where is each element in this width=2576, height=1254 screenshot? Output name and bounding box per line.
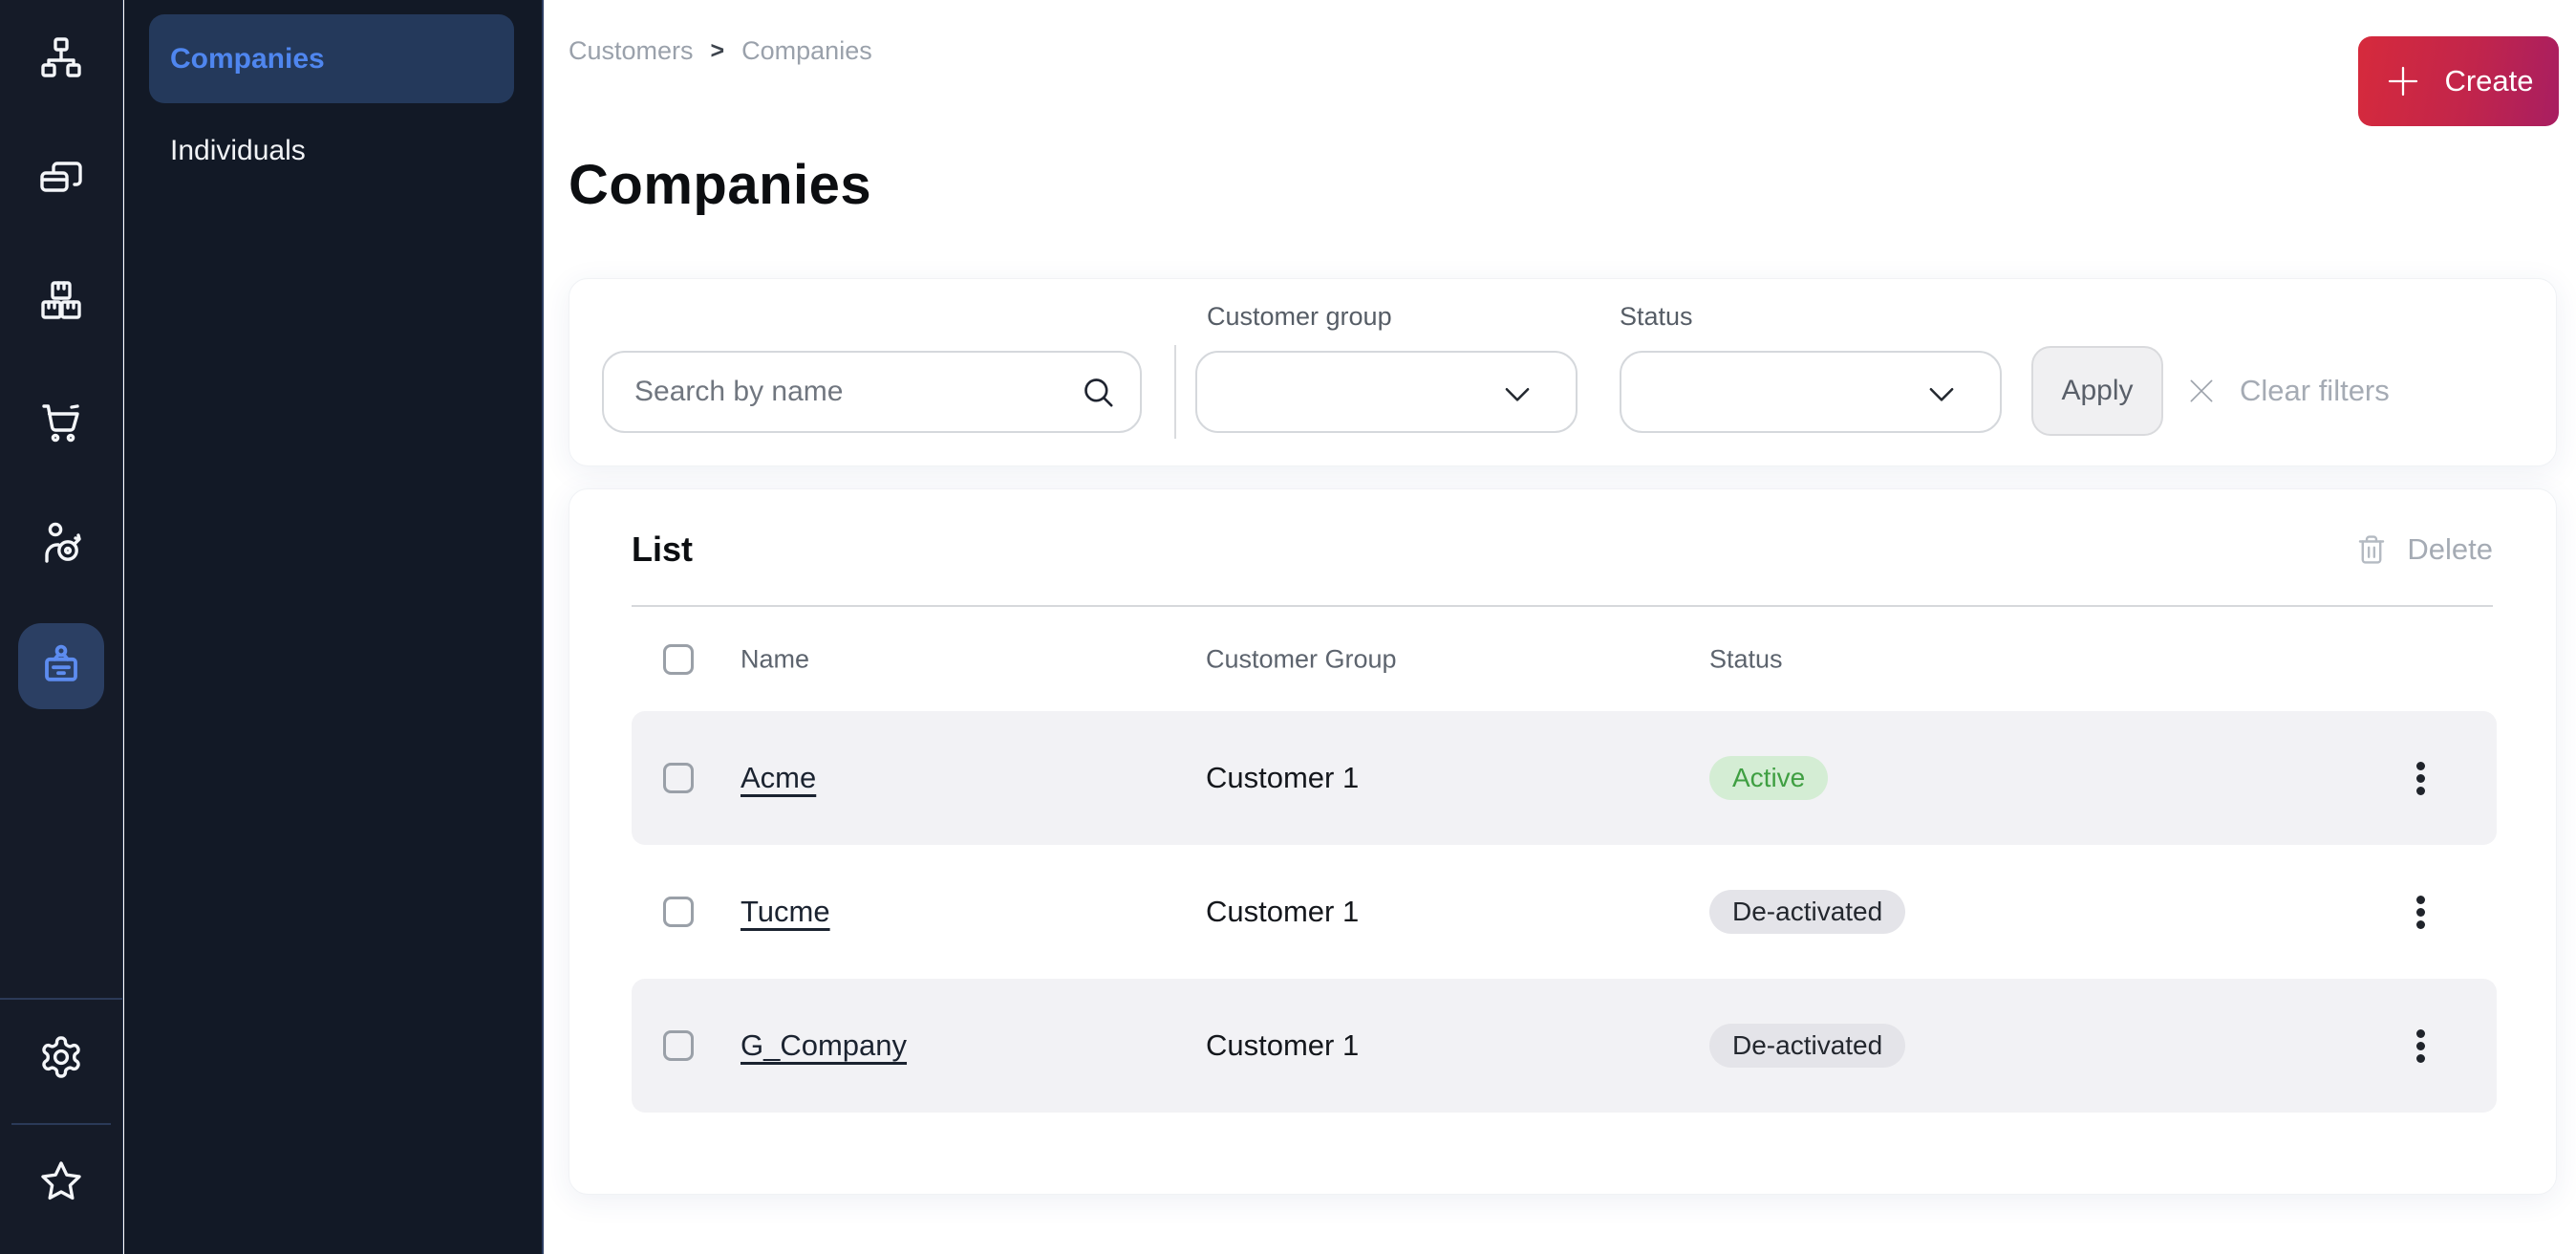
company-name-link[interactable]: Acme [741,761,816,794]
star-icon [38,1158,84,1209]
products-nav-button[interactable] [18,259,104,345]
breadcrumb-customers[interactable]: Customers [569,36,694,66]
row-checkbox[interactable] [663,897,694,927]
column-header-status: Status [1709,644,1783,674]
filter-card: Customer group Status Apply Clear filter… [569,278,2557,466]
column-header-customer-group: Customer Group [1206,644,1397,674]
customer-group-label: Customer group [1207,302,1392,332]
row-actions-menu-button[interactable] [2397,1017,2443,1074]
delete-button[interactable]: Delete [2355,532,2493,567]
marketing-nav-button[interactable] [18,502,104,588]
create-button[interactable]: Create [2358,36,2559,126]
breadcrumb: Customers > Companies [569,36,872,66]
gear-icon [38,1034,84,1085]
status-badge: Active [1709,756,1828,800]
id-badge-icon [38,641,84,692]
page-title: Companies [569,153,871,217]
search-field-wrap [602,351,1142,433]
rail-divider [0,998,122,1000]
search-input[interactable] [602,351,1142,433]
apply-button[interactable]: Apply [2031,346,2163,436]
status-badge: De-activated [1709,890,1905,934]
delete-button-label: Delete [2407,532,2493,567]
chevron-down-icon [1499,376,1535,412]
customer-group-cell: Customer 1 [1206,1028,1359,1063]
payments-nav-button[interactable] [18,138,104,224]
search-icon [1079,373,1117,411]
table-row: Tucme Customer 1 De-activated [632,845,2497,979]
company-name-link[interactable]: Tucme [741,895,830,928]
plus-icon [2383,61,2423,101]
main-content: Customers > Companies Create Companies C… [546,0,2576,1254]
table-row: Acme Customer 1 Active [632,711,2497,845]
sidebar-item-companies-label: Companies [170,43,325,76]
favorites-nav-button[interactable] [18,1140,104,1226]
row-actions-menu-button[interactable] [2397,749,2443,807]
rail-top-group [18,0,104,709]
table-header-row: Name Customer Group Status [632,607,2497,711]
sitemap-icon [38,34,84,85]
table-row: G_Company Customer 1 De-activated [632,979,2497,1113]
column-header-name: Name [741,644,809,674]
icon-rail [0,0,123,1254]
breadcrumb-companies[interactable]: Companies [741,36,872,66]
chevron-down-icon [1923,376,1960,412]
customer-group-select[interactable] [1195,351,1578,433]
user-target-icon [38,520,84,571]
shopping-cart-icon [38,399,84,449]
sidebar-item-companies[interactable]: Companies [149,14,514,103]
customer-group-cell: Customer 1 [1206,761,1359,795]
trash-icon [2355,533,2388,566]
settings-nav-button[interactable] [18,1016,104,1102]
clear-filters-button[interactable]: Clear filters [2186,346,2390,436]
orders-nav-button[interactable] [18,380,104,466]
breadcrumb-separator: > [711,37,725,65]
filter-separator [1174,345,1176,439]
list-header: List Delete [632,518,2493,581]
status-filter-label: Status [1620,302,1693,332]
row-checkbox[interactable] [663,1030,694,1061]
list-card: List Delete Name Customer Group Status A… [569,488,2557,1195]
status-select[interactable] [1620,351,2002,433]
sidebar-item-individuals[interactable]: Individuals [170,124,306,178]
row-checkbox[interactable] [663,763,694,793]
list-title: List [632,530,693,570]
row-actions-menu-button[interactable] [2397,883,2443,940]
org-structure-nav-button[interactable] [18,16,104,102]
select-all-checkbox[interactable] [663,644,694,675]
status-badge: De-activated [1709,1024,1905,1068]
customer-group-cell: Customer 1 [1206,895,1359,929]
boxes-icon [38,277,84,328]
close-icon [2186,376,2217,406]
customers-nav-button[interactable] [18,623,104,709]
company-name-link[interactable]: G_Company [741,1028,907,1062]
credit-cards-icon [38,156,84,206]
table-body: Acme Customer 1 Active Tucme Customer 1 … [632,711,2497,1113]
rail-divider-short [11,1123,111,1125]
rail-bottom-group [0,998,122,1254]
sidebar-item-individuals-label: Individuals [170,135,306,167]
create-button-label: Create [2444,64,2533,98]
clear-filters-label: Clear filters [2240,374,2390,408]
customers-submenu: Companies Individuals [124,0,544,1254]
